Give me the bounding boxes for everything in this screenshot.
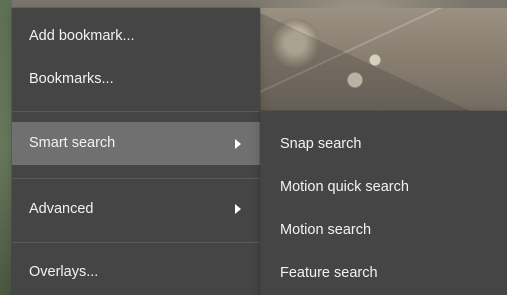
smart-search-label: Smart search [29,135,116,152]
motion-quick-search-label: Motion quick search [280,178,409,195]
video-edge-foliage [0,0,12,295]
context-menu: Add bookmark... Bookmarks... Smart searc… [12,8,260,295]
bookmarks-menu-item[interactable]: Bookmarks... [12,60,260,98]
menu-separator [12,111,260,112]
advanced-label: Advanced [29,200,94,217]
add-bookmark-label: Add bookmark... [29,27,135,44]
background-roof-image [260,8,507,111]
feature-search-label: Feature search [280,264,378,281]
smart-search-menu-item[interactable]: Smart search [12,122,260,165]
chevron-right-icon [235,138,241,149]
overlays-label: Overlays... [29,263,99,280]
bookmarks-label: Bookmarks... [29,70,114,87]
motion-search-label: Motion search [280,221,372,238]
motion-search-menu-item[interactable]: Motion search [260,209,507,251]
add-bookmark-menu-item[interactable]: Add bookmark... [12,17,260,55]
advanced-menu-item[interactable]: Advanced [12,188,260,230]
chevron-right-icon [235,204,241,214]
smart-search-submenu: Snap search Motion quick search Motion s… [260,111,507,295]
feature-search-menu-item[interactable]: Feature search [260,252,507,294]
menu-separator [12,242,260,243]
snap-search-label: Snap search [280,135,362,152]
motion-quick-search-menu-item[interactable]: Motion quick search [260,166,507,208]
overlays-menu-item[interactable]: Overlays... [12,252,260,292]
snap-search-menu-item[interactable]: Snap search [260,123,507,165]
background-roof-shadow [260,8,507,111]
menu-separator [12,178,260,179]
